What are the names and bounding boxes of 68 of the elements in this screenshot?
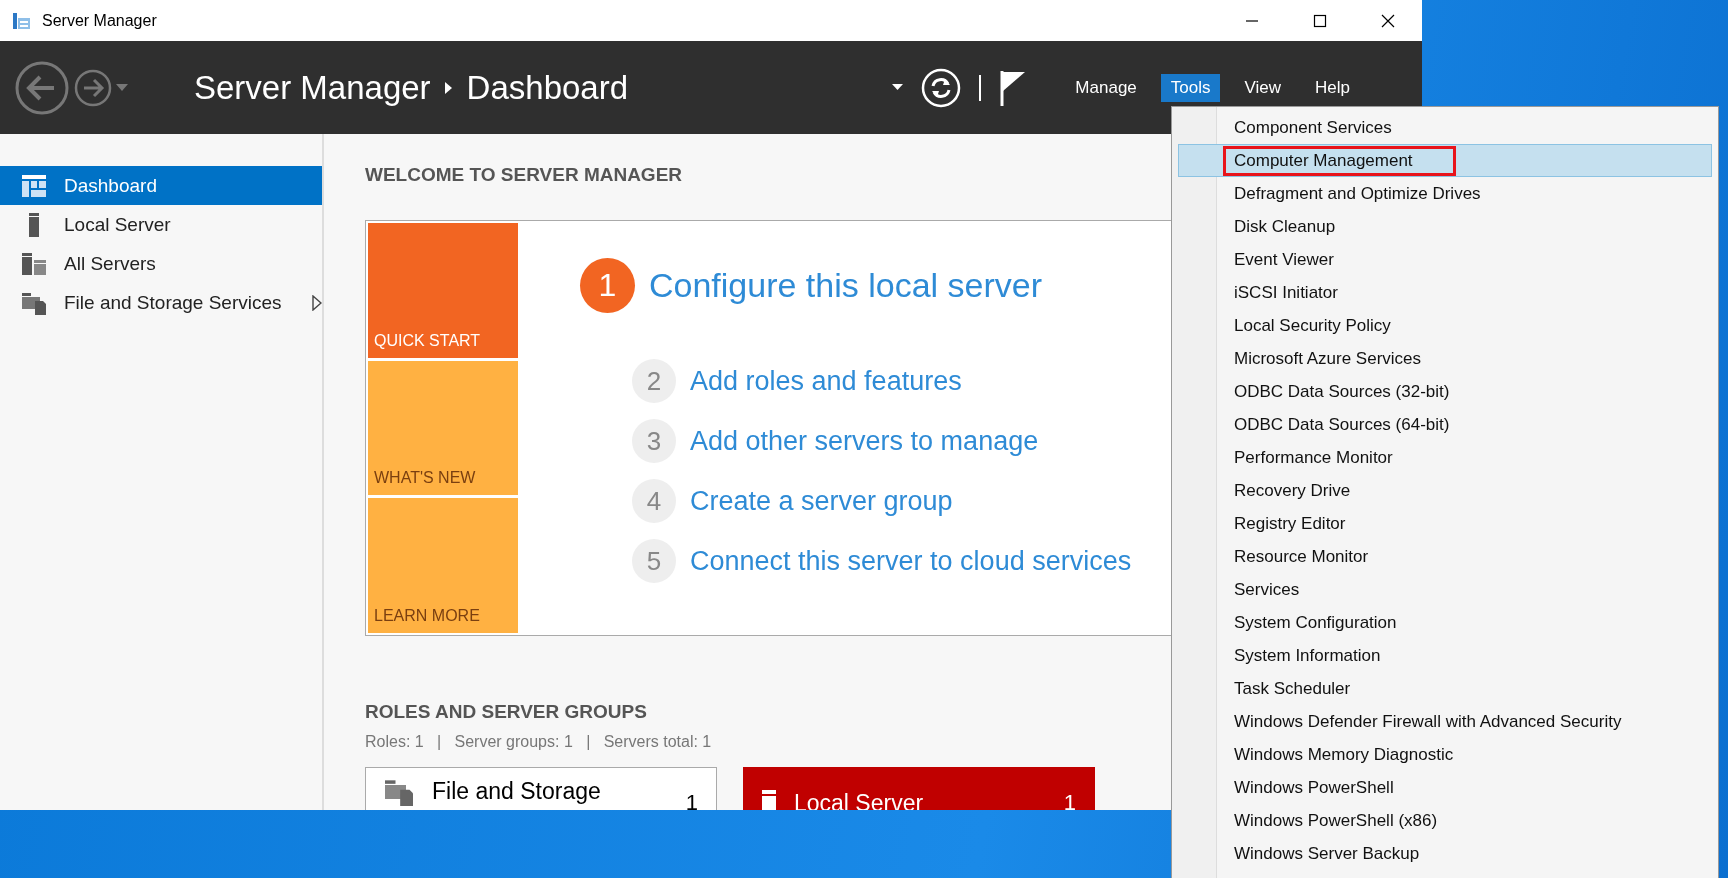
sidebar-item[interactable]: File and Storage Services <box>0 283 322 322</box>
menu-item[interactable]: Performance Monitor <box>1178 441 1712 474</box>
menu-item[interactable]: Event Viewer <box>1178 243 1712 276</box>
role-count: 1 <box>685 789 698 810</box>
server-manager-icon <box>12 11 32 30</box>
server-icon <box>762 790 776 810</box>
menu-item[interactable]: Windows PowerShell <box>1178 771 1712 804</box>
menu-item[interactable]: System Information <box>1178 639 1712 672</box>
section-heading: ROLES AND SERVER GROUPS <box>365 701 647 723</box>
step-link[interactable]: Add roles and features <box>690 365 962 397</box>
menu-item[interactable]: View <box>1234 73 1292 102</box>
step-number: 2 <box>632 359 676 403</box>
window-title: Server Manager <box>42 11 157 30</box>
role-count: 1 <box>1063 790 1076 810</box>
role-name: File and Storage <box>432 778 602 805</box>
chevron-icon <box>444 81 453 94</box>
dashboard-grid-icon <box>22 174 46 197</box>
roles-summary: Roles: 1 | Server groups: 1 | Servers total: 1 <box>365 733 713 751</box>
quick-start-tile[interactable]: LEARN MORE <box>368 498 518 633</box>
step-link[interactable]: Configure this local server <box>649 265 1043 305</box>
close-icon <box>1381 13 1395 28</box>
menu-item[interactable]: iSCSI Initiator <box>1178 276 1712 309</box>
sidebar-item[interactable]: All Servers <box>0 244 322 283</box>
dropdown-caret-icon[interactable] <box>892 84 904 91</box>
servers-icon <box>22 252 46 275</box>
expand-arrow-icon[interactable] <box>311 294 322 311</box>
menu-item[interactable]: System Configuration <box>1178 606 1712 639</box>
menu-item[interactable]: Component Services <box>1178 111 1712 144</box>
step-link[interactable]: Add other servers to manage <box>690 425 1039 457</box>
menu-item[interactable]: Task Scheduler <box>1178 672 1712 705</box>
file-storage-icon <box>22 290 46 315</box>
menu-item[interactable]: Microsoft Azure Services <box>1178 342 1712 375</box>
breadcrumb-root: Server Manager <box>194 68 431 107</box>
maximize-icon <box>1313 13 1327 28</box>
menu-item[interactable]: Windows Defender Firewall with Advanced Security <box>1178 705 1712 738</box>
menu-item[interactable]: Resource Monitor <box>1178 540 1712 573</box>
menu-item[interactable]: Defragment and Optimize Drives <box>1178 177 1712 210</box>
menu-item[interactable]: Computer Management <box>1178 144 1712 177</box>
menu-item[interactable]: Windows Server Backup <box>1178 837 1712 870</box>
menu-item[interactable]: ODBC Data Sources (32-bit) <box>1178 375 1712 408</box>
menu-item[interactable]: Windows Memory Diagnostic <box>1178 738 1712 771</box>
menu-item[interactable]: ODBC Data Sources (64-bit) <box>1178 408 1712 441</box>
breadcrumb-page: Dashboard <box>466 68 629 107</box>
back-icon[interactable] <box>14 59 70 116</box>
menu-item[interactable]: Help <box>1305 73 1360 102</box>
step-number: 4 <box>632 479 676 523</box>
role-tile[interactable]: File and Storage 1 <box>365 767 717 810</box>
forward-icon[interactable] <box>74 68 112 107</box>
file-storage-icon <box>384 778 414 806</box>
step-number: 3 <box>632 419 676 463</box>
refresh-icon[interactable] <box>921 67 962 108</box>
step-number: 5 <box>632 539 676 583</box>
step-link[interactable]: Connect this server to cloud services <box>690 545 1132 577</box>
menu-item[interactable]: Disk Cleanup <box>1178 210 1712 243</box>
step-link[interactable]: Create a server group <box>690 485 953 517</box>
section-heading: WELCOME TO SERVER MANAGER <box>365 164 683 186</box>
menu-item[interactable]: Recovery Drive <box>1178 474 1712 507</box>
sidebar-item[interactable]: Dashboard <box>0 166 322 205</box>
menu-item[interactable]: Services <box>1178 573 1712 606</box>
menu-item[interactable]: Manage <box>1065 73 1147 102</box>
menu-item[interactable]: Tools <box>1160 73 1221 102</box>
step-number: 1 <box>580 257 635 313</box>
menu-item[interactable]: Registry Editor <box>1178 507 1712 540</box>
menu-item[interactable]: Windows PowerShell (x86) <box>1178 804 1712 837</box>
minimize-icon <box>1245 19 1259 22</box>
quick-start-tile[interactable]: WHAT'S NEW <box>368 360 518 496</box>
sidebar-item[interactable]: Local Server <box>0 205 322 244</box>
menu-item[interactable]: Local Security Policy <box>1178 309 1712 342</box>
